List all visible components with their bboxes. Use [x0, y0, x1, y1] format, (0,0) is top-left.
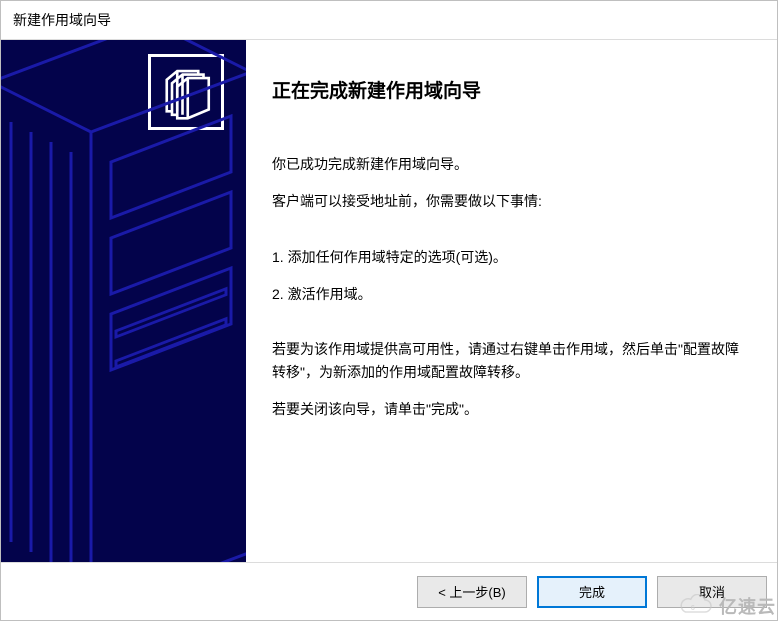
- close-hint: 若要关闭该向导，请单击"完成"。: [272, 398, 751, 421]
- wizard-dialog: 新建作用域向导: [0, 0, 778, 621]
- cancel-button[interactable]: 取消: [657, 576, 767, 608]
- step-2: 2. 激活作用域。: [272, 283, 751, 306]
- completion-text: 你已成功完成新建作用域向导。: [272, 153, 751, 176]
- dialog-body: 正在完成新建作用域向导 你已成功完成新建作用域向导。 客户端可以接受地址前，你需…: [1, 39, 777, 562]
- step-1: 1. 添加任何作用域特定的选项(可选)。: [272, 246, 751, 269]
- ha-hint: 若要为该作用域提供高可用性，请通过右键单击作用域，然后单击"配置故障转移"，为新…: [272, 338, 751, 384]
- title-bar: 新建作用域向导: [1, 1, 777, 39]
- prereq-intro: 客户端可以接受地址前，你需要做以下事情:: [272, 190, 751, 213]
- back-button[interactable]: < 上一步(B): [417, 576, 527, 608]
- finish-button[interactable]: 完成: [537, 576, 647, 608]
- wizard-content: 正在完成新建作用域向导 你已成功完成新建作用域向导。 客户端可以接受地址前，你需…: [246, 40, 777, 562]
- wizard-side-panel: [1, 40, 246, 562]
- page-heading: 正在完成新建作用域向导: [272, 76, 751, 107]
- button-row: < 上一步(B) 完成 取消: [1, 562, 777, 620]
- folders-icon: [148, 54, 224, 130]
- window-title: 新建作用域向导: [13, 10, 111, 30]
